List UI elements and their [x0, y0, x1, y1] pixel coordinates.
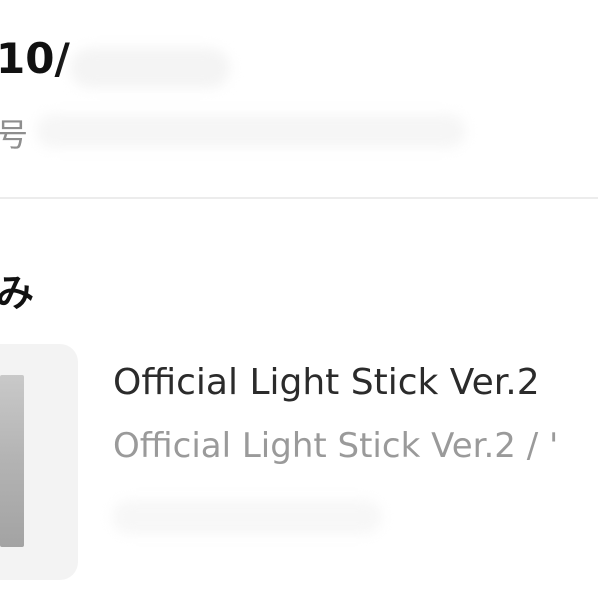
redacted-price	[112, 500, 382, 534]
order-number-label: 号	[0, 116, 29, 154]
product-option: Official Light Stick Ver.2 / '	[113, 426, 559, 466]
order-detail-screen: 10/ 号 み Official Light Stick Ver.2 Offic…	[0, 0, 598, 598]
order-date: 10/	[0, 34, 70, 83]
product-thumbnail-image	[0, 375, 24, 547]
section-divider	[0, 197, 598, 199]
product-name[interactable]: Official Light Stick Ver.2	[113, 362, 540, 403]
redacted-order-number	[36, 114, 466, 148]
section-title: み	[0, 271, 35, 315]
redacted-date	[70, 48, 230, 88]
